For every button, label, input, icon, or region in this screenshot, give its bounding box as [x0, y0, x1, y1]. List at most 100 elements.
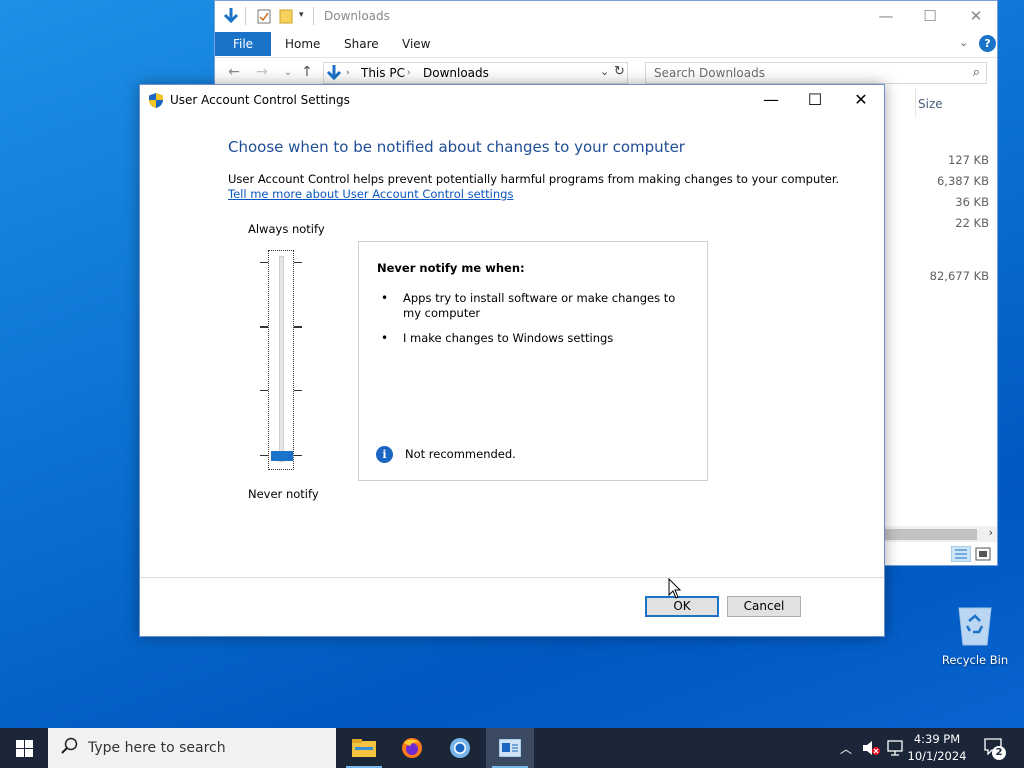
taskbar: Type here to search ︿ 4:39 PM 10/1/2024 … — [0, 728, 1024, 768]
volume-muted-icon[interactable] — [862, 740, 880, 756]
help-button[interactable]: ? — [979, 35, 996, 52]
tab-share[interactable]: Share — [344, 32, 379, 56]
notification-level-slider[interactable] — [258, 250, 308, 472]
breadcrumb-separator-icon: › — [346, 68, 350, 78]
info-heading: Never notify me when: — [377, 261, 525, 275]
file-size: 6,387 KB — [936, 174, 989, 188]
explorer-search-box[interactable]: Search Downloads ⌕ — [645, 62, 987, 84]
address-path[interactable]: › This PC › Downloads ⌄ ↻ — [323, 62, 628, 84]
dialog-description: User Account Control helps prevent poten… — [228, 172, 840, 186]
column-size-label: Size — [918, 97, 943, 111]
bullet-icon: • — [381, 331, 389, 345]
slider-tick — [260, 390, 268, 391]
taskbar-file-explorer[interactable] — [340, 728, 388, 768]
minimize-button[interactable]: — — [863, 5, 909, 27]
info-icon: i — [376, 446, 393, 463]
slider-tick — [260, 326, 268, 328]
taskbar-search-placeholder: Type here to search — [88, 740, 226, 756]
recycle-bin-icon — [958, 607, 992, 646]
windows-logo-icon — [16, 740, 33, 757]
scroll-right-icon[interactable]: › — [989, 526, 993, 539]
ribbon-tabs: File Home Share View ⌄ ? — [215, 32, 997, 56]
quick-access-dropdown-icon[interactable]: ▾ — [299, 10, 304, 20]
explorer-search-placeholder: Search Downloads — [654, 66, 765, 80]
clock-date[interactable]: 10/1/2024 — [906, 749, 968, 763]
ok-button[interactable]: OK — [645, 596, 719, 617]
explorer-titlebar[interactable]: ▾ Downloads — ☐ ✕ — [215, 1, 997, 32]
breadcrumb-separator-icon: › — [407, 68, 411, 78]
breadcrumb-downloads[interactable]: Downloads — [423, 66, 489, 80]
firefox-icon — [402, 738, 422, 758]
slider-tick — [260, 455, 268, 456]
details-view-icon[interactable] — [951, 546, 971, 562]
uac-settings-dialog[interactable]: User Account Control Settings — ☐ ✕ Choo… — [139, 84, 885, 637]
maximize-button[interactable]: ☐ — [792, 87, 838, 113]
column-header-size[interactable]: Size — [915, 89, 995, 117]
refresh-icon[interactable]: ↻ — [614, 64, 625, 79]
address-bar-row: ← → ⌄ ↑ › This PC › Downloads ⌄ ↻ Search… — [215, 57, 997, 87]
back-arrow-icon[interactable]: ← — [225, 64, 243, 80]
slider-thumb[interactable] — [271, 451, 293, 461]
dialog-footer: OK Cancel — [140, 577, 884, 636]
start-button[interactable] — [0, 728, 48, 768]
taskbar-search-box[interactable]: Type here to search — [48, 728, 336, 768]
recycle-bin-desktop-icon[interactable]: Recycle Bin — [940, 600, 1010, 670]
properties-check-icon[interactable] — [257, 9, 271, 24]
downloads-location-icon — [326, 65, 342, 81]
chromium-icon — [450, 738, 470, 758]
slider-tick — [294, 455, 302, 456]
cancel-button[interactable]: Cancel — [727, 596, 801, 617]
ribbon-expand-icon[interactable]: ⌄ — [959, 36, 968, 49]
notification-count-badge: 2 — [992, 746, 1006, 760]
file-size: 22 KB — [955, 216, 989, 230]
file-size: 127 KB — [947, 153, 989, 167]
up-arrow-icon[interactable]: ↑ — [298, 64, 316, 80]
taskbar-firefox[interactable] — [388, 728, 436, 768]
horizontal-scrollbar[interactable]: › — [885, 526, 997, 542]
taskbar-chromium[interactable] — [436, 728, 484, 768]
slider-tick — [294, 390, 302, 391]
close-button[interactable]: ✕ — [953, 5, 999, 27]
info-bullet-text: Apps try to install software or make cha… — [403, 291, 676, 320]
tab-file[interactable]: File — [215, 32, 271, 56]
file-size: 82,677 KB — [929, 269, 989, 283]
clock-time[interactable]: 4:39 PM — [906, 732, 968, 746]
minimize-button[interactable]: — — [748, 87, 794, 113]
slider-tick — [260, 262, 268, 263]
slider-tick — [294, 262, 302, 263]
action-center-button[interactable]: 2 — [978, 728, 1018, 768]
status-bar — [885, 543, 997, 565]
uac-shield-icon — [149, 93, 163, 108]
file-size: 36 KB — [955, 195, 989, 209]
address-dropdown-icon[interactable]: ⌄ — [600, 65, 609, 78]
dialog-heading: Choose when to be notified about changes… — [228, 138, 685, 156]
search-icon: ⌕ — [972, 65, 980, 80]
breadcrumb-this-pc[interactable]: This PC — [361, 66, 405, 80]
file-explorer-icon — [352, 739, 376, 757]
search-icon — [61, 737, 78, 754]
download-arrow-icon — [223, 8, 239, 24]
show-hidden-icons-chevron-icon[interactable]: ︿ — [840, 740, 852, 757]
learn-more-link[interactable]: Tell me more about User Account Control … — [228, 187, 513, 201]
uac-settings-app-icon — [499, 739, 521, 757]
tab-home[interactable]: Home — [285, 32, 320, 56]
mouse-cursor-icon — [668, 578, 682, 599]
bullet-icon: • — [381, 291, 389, 305]
taskbar-uac-settings[interactable] — [486, 728, 534, 768]
file-size-list: 127 KB 6,387 KB 36 KB 22 KB 82,677 KB — [885, 141, 997, 301]
never-notify-label: Never notify — [248, 487, 319, 501]
scrollbar-thumb[interactable] — [885, 529, 977, 540]
large-icons-view-icon[interactable] — [975, 547, 991, 561]
always-notify-label: Always notify — [248, 222, 325, 236]
new-folder-icon[interactable] — [279, 9, 293, 24]
forward-arrow-icon[interactable]: → — [253, 64, 271, 80]
close-button[interactable]: ✕ — [838, 87, 884, 113]
network-icon[interactable] — [887, 740, 903, 756]
setting-description-box: Never notify me when: • Apps try to inst… — [358, 241, 708, 481]
dialog-title: User Account Control Settings — [170, 93, 350, 107]
maximize-button[interactable]: ☐ — [907, 5, 953, 27]
recent-locations-icon[interactable]: ⌄ — [279, 67, 297, 78]
slider-track[interactable] — [279, 256, 284, 462]
tab-view[interactable]: View — [402, 32, 430, 56]
slider-tick — [294, 326, 302, 328]
